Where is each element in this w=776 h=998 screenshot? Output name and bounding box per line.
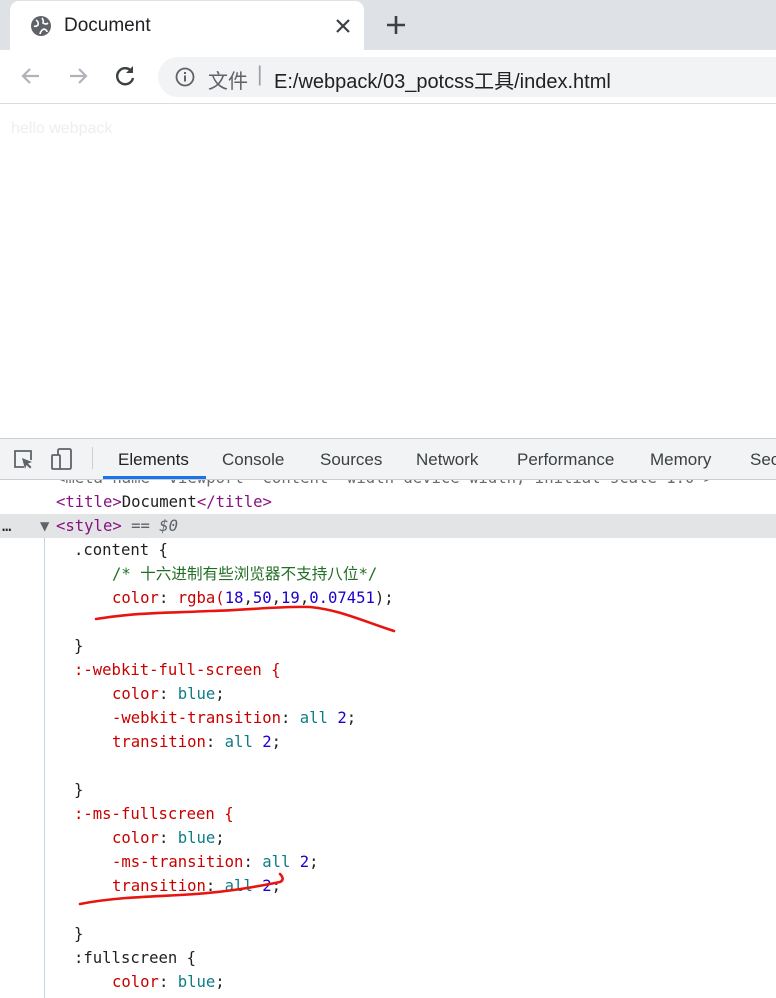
device-toolbar-icon[interactable]	[50, 447, 74, 471]
title-close-tag: </title>	[196, 493, 272, 511]
url-separator: |	[257, 63, 263, 86]
inspect-element-icon[interactable]	[11, 447, 35, 471]
reload-icon[interactable]	[112, 63, 138, 89]
css-color-rgba-line: color: rgba(18,50,19,0.07451);	[112, 589, 394, 607]
tab-performance[interactable]: Performance	[517, 450, 614, 470]
tab-memory[interactable]: Memory	[650, 450, 711, 470]
style-tag-line[interactable]: <style> == $0	[56, 514, 178, 538]
tab-strip: Document	[0, 0, 776, 50]
tab-title: Document	[64, 15, 151, 36]
tab-console[interactable]: Console	[222, 450, 284, 470]
css-transition-line: transition: all 2;	[112, 733, 282, 751]
css-close-brace: }	[74, 781, 84, 799]
css-selector-fullscreen: :fullscreen {	[74, 949, 197, 967]
tab-elements[interactable]: Elements	[118, 450, 189, 470]
css-selector-webkit-full-screen: :-webkit-full-screen {	[74, 661, 281, 679]
new-tab-icon[interactable]	[384, 13, 408, 37]
info-icon[interactable]	[175, 67, 195, 87]
page-body-text: hello webpack	[11, 120, 113, 137]
css-selector-content: .content {	[74, 541, 168, 559]
css-color-line: color: blue;	[112, 829, 225, 847]
back-icon[interactable]	[18, 63, 44, 89]
indent-guide	[44, 538, 45, 998]
css-color-line: color: blue;	[112, 973, 225, 991]
collapse-triangle-icon[interactable]: ▼	[40, 514, 49, 538]
css-ms-transition-line: -ms-transition: all 2;	[112, 853, 319, 871]
css-comment: /* 十六进制有些浏览器不支持八位*/	[112, 565, 378, 583]
browser-tab[interactable]: Document	[10, 1, 364, 50]
url-text[interactable]: E:/webpack/03_potcss工具/index.html	[274, 65, 611, 94]
css-webkit-transition-line: -webkit-transition: all 2;	[112, 709, 357, 727]
css-color-line: color: blue;	[112, 685, 225, 703]
css-selector-ms-fullscreen: :-ms-fullscreen {	[74, 805, 234, 823]
selected-marker: == $0	[121, 517, 179, 535]
title-open-tag: <title>	[56, 493, 122, 511]
elements-tree: <meta name="viewport" content="width=dev…	[0, 480, 776, 998]
browser-toolbar: 文件 | E:/webpack/03_potcss工具/index.html	[0, 50, 776, 104]
address-bar[interactable]: 文件 | E:/webpack/03_potcss工具/index.html	[158, 57, 776, 97]
tab-sources[interactable]: Sources	[320, 450, 382, 470]
site-label: 文件	[208, 71, 248, 93]
tab-security[interactable]: Sec	[750, 450, 776, 470]
css-transition-line: transition: all 2;	[112, 877, 282, 895]
active-tab-indicator	[103, 476, 206, 479]
devtools-tab-bar: Elements Console Sources Network Perform…	[0, 439, 776, 480]
node-ellipsis-menu[interactable]: …	[2, 514, 11, 538]
globe-icon	[31, 16, 51, 36]
devtools-panel: Elements Console Sources Network Perform…	[0, 438, 776, 998]
css-close-brace: }	[74, 637, 84, 655]
style-open-tag: <style>	[56, 517, 122, 535]
forward-icon[interactable]	[65, 63, 91, 89]
tab-network[interactable]: Network	[416, 450, 478, 470]
title-tag-line[interactable]: <title>Document</title>	[56, 490, 272, 514]
css-close-brace: }	[74, 925, 84, 943]
meta-tag-line[interactable]: <meta name="viewport" content="width=dev…	[56, 480, 713, 490]
close-icon[interactable]	[332, 15, 354, 37]
toolbar-divider	[92, 447, 93, 469]
title-text: Document	[121, 493, 197, 511]
